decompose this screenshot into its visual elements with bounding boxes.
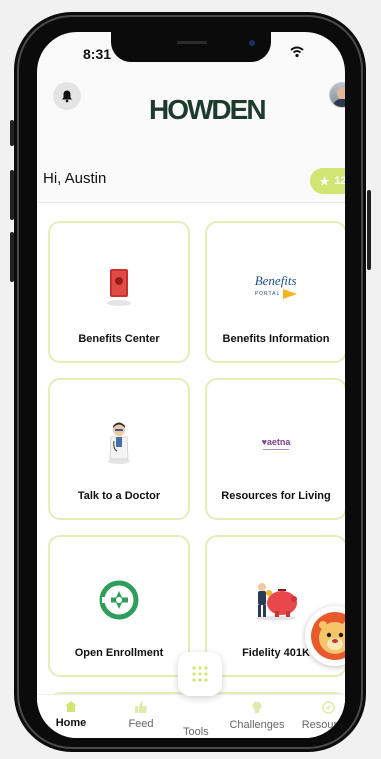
star-icon: ★ (319, 175, 330, 188)
benefits-portal-logo: Benefits PORTAL (255, 255, 298, 317)
points-value: 12 (334, 175, 345, 187)
tile-label: Benefits Information (222, 333, 330, 345)
lion-icon (311, 612, 345, 660)
phone-volume-down (10, 232, 14, 282)
tab-label: Resources (301, 719, 345, 731)
bell-icon (62, 90, 72, 103)
howden-logo: HOWDEN (149, 94, 267, 125)
tab-resources[interactable]: Resources (298, 701, 345, 731)
notifications-button[interactable] (53, 82, 81, 110)
phone-volume-up (10, 170, 14, 220)
tile-label: Fidelity 401K (242, 647, 310, 659)
doctor-icon (104, 412, 134, 474)
enrollment-icon (98, 569, 140, 631)
tab-home[interactable]: Home (41, 701, 101, 729)
tile-benefits-information[interactable]: Benefits PORTAL Benefits Information (205, 221, 345, 363)
benefits-logo-text: Benefits (254, 273, 297, 288)
tile-label: Benefits Center (78, 333, 160, 345)
phone-mute-switch (10, 120, 14, 146)
wifi-icon (290, 46, 304, 58)
app-screen: 8:31 HOWDEN Hi, Austin ★ 12 Benefits Cen… (37, 32, 345, 738)
tab-tools-label: Tools (183, 726, 209, 738)
tile-label: Resources for Living (221, 490, 331, 502)
avatar[interactable] (329, 82, 345, 108)
tab-challenges[interactable]: Challenges (227, 701, 287, 731)
book-icon (104, 255, 134, 317)
tile-benefits-center[interactable]: Benefits Center (48, 221, 190, 363)
tab-feed[interactable]: Feed (111, 701, 171, 730)
thumbs-up-icon (134, 701, 147, 713)
tab-label: Challenges (229, 719, 285, 731)
tile-label: Open Enrollment (74, 647, 164, 659)
lightbulb-icon (252, 701, 262, 713)
notch (111, 32, 271, 62)
lion-mascot-button[interactable] (305, 606, 345, 666)
piggy-bank-icon (250, 569, 302, 631)
tile-open-enrollment[interactable]: Open Enrollment (48, 535, 190, 677)
aetna-logo-text: ♥aetna (261, 436, 291, 447)
tile-talk-to-a-doctor[interactable]: Talk to a Doctor (48, 378, 190, 520)
tile-label: Talk to a Doctor (77, 490, 161, 502)
tile-grid: Benefits Center Benefits PORTAL Benefits… (37, 202, 345, 732)
tab-label: Home (55, 717, 87, 729)
compass-icon (321, 701, 335, 714)
status-time: 8:31 (83, 46, 112, 62)
tab-tools[interactable] (178, 652, 222, 696)
grid-icon (192, 666, 208, 682)
phone-power-button (367, 190, 371, 270)
aetna-logo: ♥aetna (261, 412, 291, 474)
tab-label: Feed (128, 718, 154, 730)
greeting-text: Hi, Austin (43, 170, 107, 187)
points-badge[interactable]: ★ 12 (310, 168, 345, 194)
tile-resources-for-living[interactable]: ♥aetna Resources for Living (205, 378, 345, 520)
portal-logo-text: PORTAL (254, 291, 281, 297)
home-icon (65, 701, 77, 712)
